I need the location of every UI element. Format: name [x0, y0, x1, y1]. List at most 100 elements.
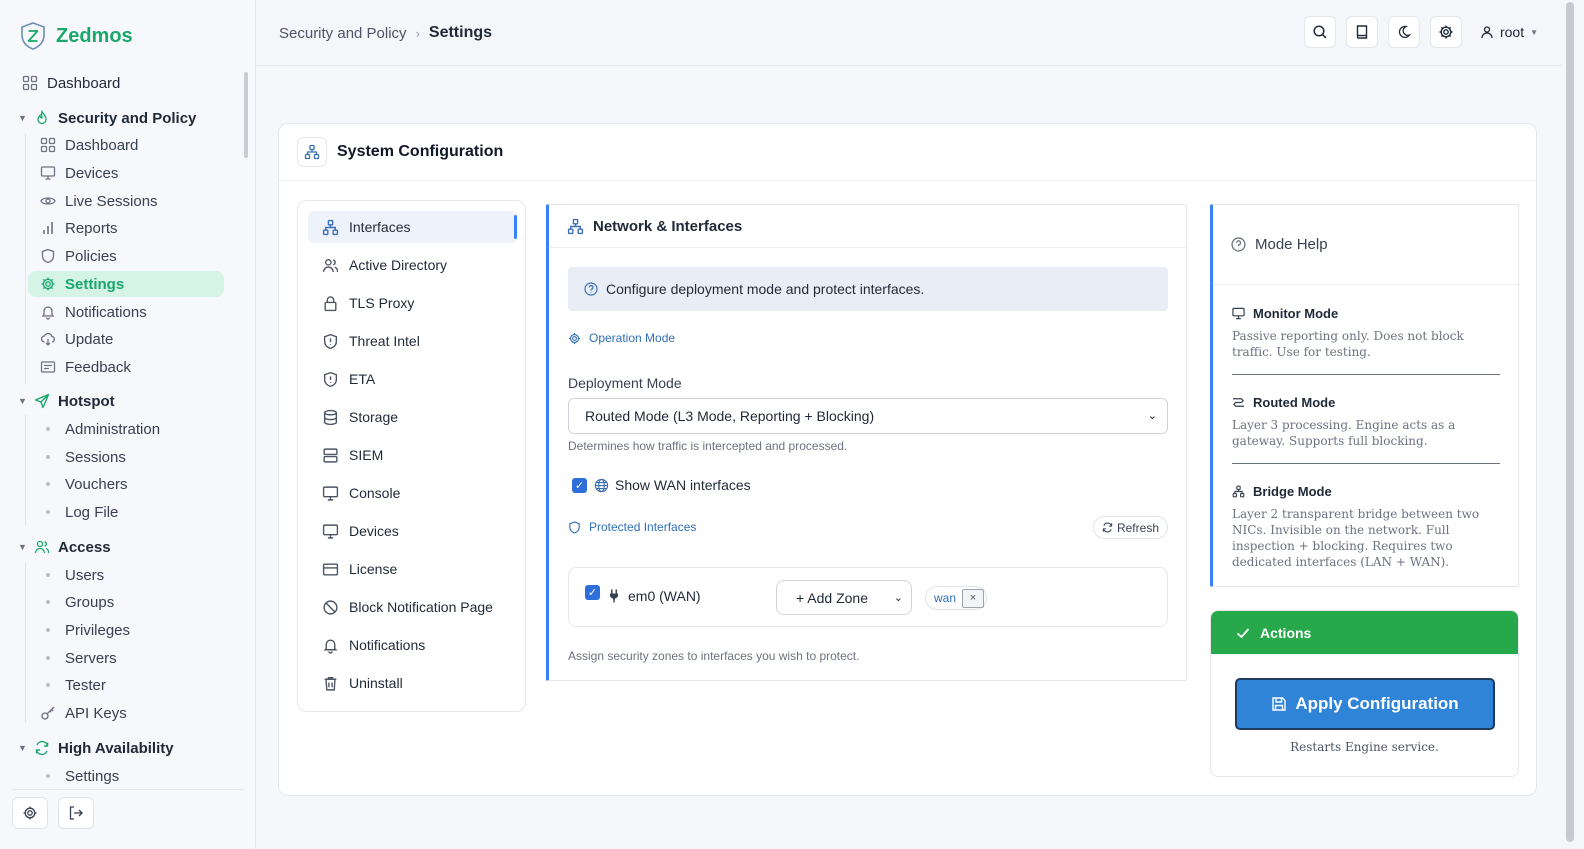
menu-item-block-notification-page[interactable]: Block Notification Page	[308, 591, 517, 623]
sidebar-item-policies[interactable]: Policies	[40, 243, 117, 269]
apply-label: Apply Configuration	[1295, 694, 1459, 713]
network-interfaces-panel: Network & Interfaces Configure deploymen…	[546, 204, 1187, 681]
settings-button[interactable]	[1429, 16, 1462, 48]
mode-title-text: Routed Mode	[1253, 395, 1336, 410]
info-text: Configure deployment mode and protect in…	[606, 281, 925, 297]
mode-description: Layer 3 processing. Engine acts as a gat…	[1232, 418, 1456, 448]
sidebar-item-devices[interactable]: Devices	[40, 160, 118, 186]
menu-item-notifications[interactable]: Notifications	[308, 629, 517, 661]
menu-item-siem[interactable]: SIEM	[308, 439, 517, 471]
show-wan-toggle[interactable]: ✓ Show WAN interfaces	[572, 477, 751, 493]
protected-interfaces-heading: Protected Interfaces	[568, 520, 696, 534]
mode-monitor: Monitor Mode Passive reporting only. Doe…	[1232, 306, 1500, 360]
menu-item-devices[interactable]: Devices	[308, 515, 517, 547]
sidebar-item-live-sessions[interactable]: Live Sessions	[40, 188, 158, 214]
monitor-icon	[1232, 307, 1245, 320]
remove-tag-button[interactable]: ×	[962, 588, 985, 608]
deployment-mode-label: Deployment Mode	[568, 375, 682, 391]
sidebar-item-label: Groups	[65, 593, 115, 611]
sidebar-item-sp-dashboard[interactable]: Dashboard	[40, 132, 138, 158]
menu-item-active-directory[interactable]: Active Directory	[308, 249, 517, 281]
interface-checkbox[interactable]: ✓	[585, 585, 600, 600]
sidebar-item-dashboard[interactable]: Dashboard	[22, 70, 120, 96]
feedback-icon	[40, 361, 56, 373]
interface-name: em0 (WAN)	[609, 588, 701, 604]
mode-description: Layer 2 transparent bridge between two N…	[1232, 507, 1480, 569]
deployment-mode-select[interactable]: Routed Mode (L3 Mode, Reporting + Blocki…	[568, 398, 1168, 434]
mode-title: Routed Mode	[1232, 395, 1500, 410]
menu-item-console[interactable]: Console	[308, 477, 517, 509]
mode-help-panel: Mode Help Monitor Mode Passive reporting…	[1210, 204, 1519, 587]
preferences-button[interactable]	[12, 797, 48, 829]
sidebar-item-users[interactable]: Users	[40, 562, 104, 588]
sidebar-group-high-availability[interactable]: ▼ High Availability	[18, 735, 174, 761]
page-scrollbar[interactable]	[1562, 0, 1584, 849]
sidebar-item-label: Settings	[65, 275, 125, 293]
sidebar-item-privileges[interactable]: Privileges	[40, 617, 130, 643]
user-menu[interactable]: root ▼	[1480, 24, 1548, 40]
sidebar-item-vouchers[interactable]: Vouchers	[40, 471, 128, 497]
sidebar-item-reports[interactable]: Reports	[40, 215, 118, 241]
menu-item-tls-proxy[interactable]: TLS Proxy	[308, 287, 517, 319]
card-header: System Configuration	[279, 124, 1536, 181]
server-icon	[323, 447, 338, 463]
user-icon	[1481, 26, 1493, 39]
menu-item-threat-intel[interactable]: Threat Intel	[308, 325, 517, 357]
mode-title-text: Bridge Mode	[1253, 484, 1332, 499]
zone-select-value: + Add Zone	[796, 589, 869, 606]
bullet-icon	[46, 774, 50, 778]
show-wan-label: Show WAN interfaces	[615, 477, 751, 493]
sidebar-item-servers[interactable]: Servers	[40, 645, 117, 671]
bar-chart-icon	[43, 222, 53, 234]
show-wan-checkbox[interactable]: ✓	[572, 477, 587, 493]
interface-label: em0 (WAN)	[628, 588, 701, 604]
sidebar-item-label: Update	[65, 330, 114, 348]
sidebar-item-sessions[interactable]: Sessions	[40, 444, 126, 470]
select-value: Routed Mode (L3 Mode, Reporting + Blocki…	[585, 408, 875, 424]
breadcrumb-item[interactable]: Security and Policy	[279, 25, 407, 42]
sidebar-item-update[interactable]: Update	[40, 326, 113, 352]
refresh-button[interactable]: Refresh	[1092, 516, 1168, 539]
sidebar-scrollbar[interactable]	[244, 72, 248, 158]
docs-button[interactable]	[1345, 16, 1378, 48]
sidebar-item-label: Log File	[65, 503, 119, 521]
grid-icon	[22, 75, 38, 91]
menu-item-uninstall[interactable]: Uninstall	[308, 667, 517, 699]
sidebar-item-tester[interactable]: Tester	[40, 672, 106, 698]
apply-configuration-button[interactable]: Apply Configuration	[1235, 678, 1495, 730]
moon-icon	[1398, 25, 1412, 39]
actions-panel: Actions Apply Configuration Restarts Eng…	[1210, 610, 1519, 777]
sidebar-group-security[interactable]: ▼ Security and Policy	[18, 105, 196, 131]
sidebar-item-feedback[interactable]: Feedback	[40, 354, 131, 380]
menu-item-label: TLS Proxy	[349, 295, 415, 311]
menu-item-license[interactable]: License	[308, 553, 517, 585]
menu-item-storage[interactable]: Storage	[308, 401, 517, 433]
sidebar-item-notifications[interactable]: Notifications	[40, 299, 147, 325]
zedmos-logo-icon	[21, 22, 45, 50]
zone-tag-wan: wan ×	[925, 586, 988, 610]
sidebar-item-ha-settings[interactable]: Settings	[40, 763, 119, 786]
search-button[interactable]	[1303, 16, 1336, 48]
gear-icon	[23, 806, 37, 820]
sidebar-item-administration[interactable]: Administration	[40, 416, 160, 442]
panel-title: Mode Help	[1255, 236, 1328, 253]
sidebar-item-log-file[interactable]: Log File	[40, 499, 118, 525]
scrollbar-thumb[interactable]	[1566, 2, 1574, 842]
mode-title: Bridge Mode	[1232, 484, 1500, 499]
monitor-icon	[322, 485, 339, 501]
brand[interactable]: Zedmos	[20, 22, 133, 50]
theme-toggle-button[interactable]	[1387, 16, 1420, 48]
bullet-icon	[46, 427, 50, 431]
refresh-icon	[1102, 522, 1113, 533]
add-zone-select[interactable]: + Add Zone ⌄	[776, 580, 912, 615]
menu-item-interfaces[interactable]: Interfaces	[308, 211, 517, 243]
sidebar-item-groups[interactable]: Groups	[40, 589, 114, 615]
menu-item-eta[interactable]: ETA	[308, 363, 517, 395]
logout-button[interactable]	[58, 797, 94, 829]
app-name: Zedmos	[56, 24, 133, 47]
sidebar-item-api-keys[interactable]: API Keys	[40, 700, 127, 726]
sidebar-item-settings[interactable]: Settings	[28, 271, 224, 297]
sidebar-group-access[interactable]: ▼ Access	[18, 534, 111, 560]
sidebar-group-hotspot[interactable]: ▼ Hotspot	[18, 388, 115, 414]
network-icon	[322, 219, 339, 235]
